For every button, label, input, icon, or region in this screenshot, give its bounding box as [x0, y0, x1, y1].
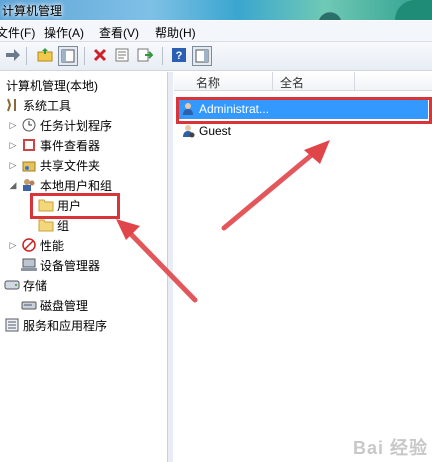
tree-item-event-viewer[interactable]: ▷ 事件查看器 — [8, 136, 100, 154]
list-item-guest[interactable]: Guest — [178, 121, 428, 141]
window-title: 计算机管理 — [2, 4, 63, 18]
expand-icon[interactable]: ▷ — [8, 240, 18, 250]
menu-view[interactable]: 查看(V) — [99, 24, 139, 41]
title-decoration — [300, 0, 360, 20]
tree-item-label: 性能 — [40, 238, 65, 253]
menu-file[interactable]: 文件(F) — [0, 24, 35, 41]
watermark: Bai 经验 — [352, 438, 428, 458]
expand-icon[interactable]: ▷ — [8, 120, 18, 130]
tree-item-device-manager[interactable]: 设备管理器 — [21, 256, 100, 274]
properties-icon[interactable] — [113, 46, 131, 64]
performance-icon — [21, 237, 37, 253]
export-list-icon[interactable] — [136, 46, 154, 64]
tree-item-disk-management[interactable]: 磁盘管理 — [21, 296, 88, 314]
menu-action[interactable]: 操作(A) — [44, 24, 84, 41]
storage-icon — [4, 277, 20, 293]
tree-item-local-users-groups[interactable]: ◢ 本地用户和组 — [8, 176, 112, 194]
tree-item-system-tools[interactable]: 系统工具 — [4, 96, 71, 114]
tree-item-label: 系统工具 — [23, 98, 72, 113]
toolbar-separator — [84, 47, 85, 65]
delete-icon[interactable] — [91, 46, 109, 64]
title-bar: 计算机管理 — [0, 0, 432, 20]
up-folder-icon[interactable] — [36, 46, 54, 64]
folder-icon — [38, 217, 54, 233]
tree-item-label: 设备管理器 — [40, 258, 101, 273]
column-divider[interactable] — [272, 72, 273, 90]
device-manager-icon — [21, 257, 37, 273]
tree-item-groups[interactable]: 组 — [38, 216, 69, 234]
svg-text:?: ? — [176, 50, 183, 62]
list-item-administrator[interactable]: Administrat... — [178, 99, 428, 119]
column-name[interactable]: 名称 — [196, 74, 220, 91]
shared-folder-icon — [21, 157, 37, 173]
clock-icon — [21, 117, 37, 133]
show-tree-icon[interactable] — [58, 46, 78, 66]
toolbar-separator — [26, 47, 27, 65]
tree-item-performance[interactable]: ▷ 性能 — [8, 236, 64, 254]
show-action-pane-icon[interactable] — [192, 46, 212, 66]
tools-icon — [4, 97, 20, 113]
tree-item-services-apps[interactable]: 服务和应用程序 — [4, 316, 107, 334]
tree-pane: 计算机管理(本地) 系统工具 ▷ 任务计划程序 ▷ 事件查看器 ▷ 共享文件夹 … — [0, 72, 173, 462]
menu-help[interactable]: 帮助(H) — [155, 24, 196, 41]
tree-item-shared-folders[interactable]: ▷ 共享文件夹 — [8, 156, 100, 174]
column-full-name[interactable]: 全名 — [280, 74, 304, 91]
list-item-label: Administrat... — [199, 102, 270, 116]
tree-item-label: 服务和应用程序 — [23, 318, 108, 333]
column-divider[interactable] — [354, 72, 355, 90]
users-icon — [21, 177, 37, 193]
folder-icon — [38, 197, 54, 213]
list-pane: 名称 全名 Administrat... Guest — [174, 72, 432, 462]
tree-item-label: 任务计划程序 — [40, 118, 113, 133]
toolbar-separator — [162, 47, 163, 65]
help-icon[interactable]: ? — [170, 46, 188, 64]
tree-item-label: 计算机管理(本地) — [6, 78, 98, 93]
tree-item-label: 磁盘管理 — [40, 298, 89, 313]
disk-icon — [21, 297, 37, 313]
title-decoration-right — [395, 0, 432, 20]
expand-icon[interactable]: ▷ — [8, 160, 18, 170]
column-header: 名称 全名 — [174, 72, 432, 91]
tree-item-label: 用户 — [57, 198, 82, 213]
forward-icon[interactable] — [4, 46, 22, 64]
event-viewer-icon — [21, 137, 37, 153]
tree-item-task-scheduler[interactable]: ▷ 任务计划程序 — [8, 116, 112, 134]
tree-item-root[interactable]: 计算机管理(本地) — [6, 76, 98, 94]
tree-item-label: 共享文件夹 — [40, 158, 101, 173]
menu-bar: 文件(F) 操作(A) 查看(V) 帮助(H) — [0, 21, 432, 42]
guest-user-icon — [180, 123, 196, 139]
services-icon — [4, 317, 20, 333]
tree-item-users[interactable]: 用户 — [38, 196, 81, 214]
tree-item-label: 事件查看器 — [40, 138, 101, 153]
tree-item-label: 组 — [57, 218, 70, 233]
list-item-label: Guest — [199, 124, 232, 138]
toolbar: ? — [0, 42, 432, 71]
tree-item-label: 本地用户和组 — [40, 178, 113, 193]
user-icon — [180, 101, 196, 117]
tree-item-label: 存储 — [23, 278, 48, 293]
collapse-icon[interactable]: ◢ — [8, 180, 18, 190]
tree-item-storage[interactable]: 存储 — [4, 276, 47, 294]
expand-icon[interactable]: ▷ — [8, 140, 18, 150]
